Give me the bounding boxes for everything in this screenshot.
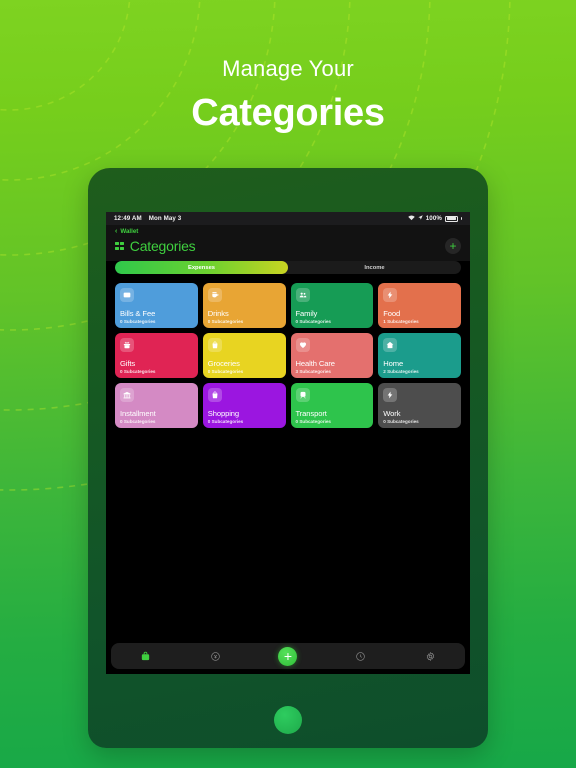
- location-arrow-icon: [418, 215, 423, 222]
- tab-history[interactable]: [355, 650, 367, 662]
- navigation-bar: ‹ Wallet Categories +: [106, 225, 470, 261]
- device-screen: 12:49 AM Mon May 3 100% ‹ Wallet Categor…: [106, 212, 470, 674]
- segmented-control[interactable]: Expenses Income: [115, 261, 461, 274]
- category-tile[interactable]: Work 0 Subcategories: [378, 383, 461, 428]
- gift-icon: [120, 338, 134, 352]
- credit-card-icon: [120, 288, 134, 302]
- coffee-cup-icon: [207, 288, 222, 302]
- category-subcount: 0 Subcategories: [120, 369, 156, 374]
- category-name: Health Care: [295, 358, 336, 368]
- category-tile[interactable]: Gifts 0 Subcategories: [115, 333, 198, 378]
- back-button-label: Wallet: [120, 228, 139, 235]
- category-subcount: 0 Subcategories: [207, 369, 244, 374]
- tab-settings[interactable]: [424, 650, 436, 662]
- add-category-button[interactable]: +: [445, 238, 461, 254]
- category-name: Installment: [120, 408, 156, 418]
- category-tile[interactable]: Groceries 0 Subcategories: [202, 333, 286, 378]
- category-name: Food: [383, 308, 401, 318]
- category-subcount: 0 Subcategories: [207, 419, 244, 424]
- page-title: Categories: [191, 92, 385, 134]
- category-subcount: 0 Subcategories: [120, 319, 156, 324]
- wifi-icon: [407, 215, 415, 223]
- status-time: 12:49 AM: [114, 215, 142, 222]
- plus-icon: +: [449, 239, 457, 253]
- category-subcount: 0 Subcategories: [383, 419, 419, 424]
- heart-icon: [295, 338, 310, 352]
- category-name: Gifts: [120, 358, 136, 368]
- hero-section: Manage Your Categories: [0, 0, 576, 135]
- category-name: Work: [383, 408, 401, 418]
- plus-icon: +: [283, 648, 293, 664]
- back-button[interactable]: ‹ Wallet: [115, 228, 461, 235]
- category-tile[interactable]: Shopping 0 Subcategories: [202, 383, 286, 428]
- category-tile[interactable]: Family 0 Subcategories: [290, 283, 374, 328]
- category-tile[interactable]: Health Care 3 Subcategories: [290, 333, 374, 378]
- bottom-tab-bar[interactable]: +: [111, 643, 465, 669]
- bolt-icon: [383, 288, 398, 302]
- category-grid: Bills & Fee 0 Subcategories Drinks 0 Subcat…: [106, 274, 470, 428]
- status-date: Mon May 3: [148, 215, 182, 222]
- tab-wallet[interactable]: [140, 650, 152, 662]
- bolt-icon: [383, 388, 398, 402]
- people-icon: [295, 288, 310, 302]
- status-bar: 12:49 AM Mon May 3 100%: [106, 212, 470, 225]
- home-icon: [383, 338, 398, 352]
- category-subcount: 2 Subcategories: [383, 369, 419, 374]
- category-subcount: 0 Subcategories: [295, 419, 332, 424]
- segment-income[interactable]: Income: [288, 261, 461, 274]
- train-icon: [295, 388, 310, 402]
- tab-currency[interactable]: [209, 650, 221, 662]
- hero-subtitle: Manage Your: [222, 56, 354, 81]
- category-tile[interactable]: Food 1 Subcategories: [378, 283, 461, 328]
- ipad-device-frame: 12:49 AM Mon May 3 100% ‹ Wallet Categor…: [88, 168, 488, 748]
- category-name: Shopping: [207, 408, 240, 418]
- battery-cap: [461, 217, 462, 220]
- category-subcount: 0 Subcategories: [295, 319, 332, 324]
- chevron-left-icon: ‹: [115, 228, 118, 235]
- segment-expenses[interactable]: Expenses: [115, 261, 288, 274]
- category-tile[interactable]: Bills & Fee 0 Subcategories: [115, 283, 198, 328]
- category-name: Transport: [295, 408, 327, 418]
- category-name: Drinks: [207, 308, 229, 318]
- tab-add-button[interactable]: +: [278, 646, 298, 666]
- category-name: Family: [295, 308, 318, 318]
- home-button[interactable]: [274, 706, 302, 734]
- bank-icon: [120, 388, 134, 402]
- battery-percent-label: 100%: [425, 215, 442, 222]
- category-tile[interactable]: Transport 0 Subcategories: [290, 383, 374, 428]
- battery-full-icon: [445, 215, 458, 222]
- category-tile[interactable]: Home 2 Subcategories: [378, 333, 461, 378]
- grid-icon: [115, 241, 124, 251]
- category-tile[interactable]: Installment 0 Subcategories: [115, 383, 198, 428]
- category-subcount: 0 Subcategories: [120, 419, 156, 424]
- shopping-bag-icon: [207, 338, 222, 352]
- nav-title: Categories: [129, 238, 196, 254]
- category-subcount: 0 Subcategories: [207, 319, 244, 324]
- category-tile[interactable]: Drinks 0 Subcategories: [202, 283, 286, 328]
- category-subcount: 3 Subcategories: [295, 369, 332, 374]
- category-name: Groceries: [207, 358, 240, 368]
- category-name: Bills & Fee: [120, 308, 156, 318]
- shopping-bag-icon: [207, 388, 222, 402]
- category-subcount: 1 Subcategories: [383, 319, 419, 324]
- category-name: Home: [383, 358, 404, 368]
